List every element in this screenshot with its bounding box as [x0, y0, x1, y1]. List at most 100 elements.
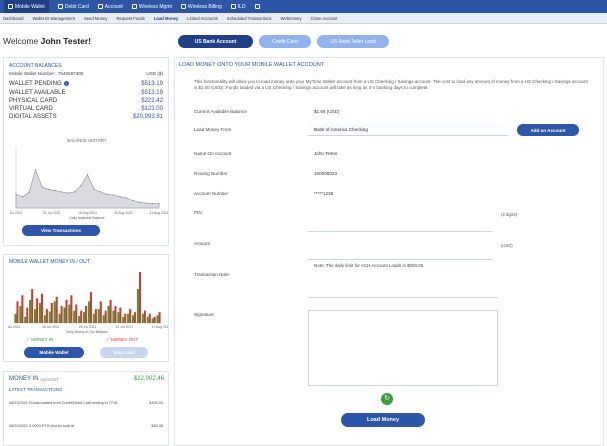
balance-point: [151, 203, 154, 205]
topnav-wireless-billing[interactable]: Wireless Billing: [180, 4, 222, 10]
money-in-bar: [87, 301, 90, 323]
topnav-ild[interactable]: ILD: [230, 4, 246, 10]
wallet-number-row: Mobile Wallet Number : 7546597305 USD ($…: [9, 71, 163, 76]
account-balances-title: ACCOUNT BALANCES: [9, 63, 62, 69]
money-in-amount: $12,002.46: [133, 376, 164, 382]
balance-point: [34, 168, 37, 171]
name-on-account-label: Name On Account: [194, 151, 232, 156]
balance-area-series: [15, 168, 160, 209]
transaction-date: 08/23/2021: [9, 401, 29, 405]
legend-money-in-label: MONEY IN: [31, 337, 54, 342]
account-number-value: *****1238: [314, 191, 334, 196]
topnav-account[interactable]: Account: [97, 4, 123, 10]
legend-money-out-label: MONEY OUT: [111, 337, 139, 342]
balance-point: [125, 197, 128, 199]
transaction-desc: Funds loaded from Credit/Debit Card endi…: [29, 401, 118, 405]
load-from-select[interactable]: Bank of America Checking ⌄: [308, 124, 508, 136]
balance-point: [73, 191, 76, 193]
money-in-bar: [14, 313, 17, 323]
account-balances-card: ACCOUNT BALANCES Mobile Wallet Number : …: [3, 57, 169, 246]
balance-point: [93, 188, 95, 190]
x-tick-label: 18 Jul 2021: [42, 325, 60, 329]
chart-title: BALANCE HISTORY: [67, 138, 106, 143]
legend-money-in: ✓ MONEY IN: [26, 337, 54, 342]
wallet-available-value: $513.19: [141, 90, 163, 96]
money-out-bar: [55, 296, 58, 323]
signature-pad[interactable]: [308, 310, 498, 386]
money-in-bar: [131, 315, 135, 323]
money-in-bar: [117, 312, 120, 323]
subnav-scheduled-transactions[interactable]: Scheduled Transactions: [227, 16, 272, 21]
money-in-title: MONEY IN: [9, 376, 39, 382]
tab-us-bank-teller-load[interactable]: US Bank Teller Load: [317, 35, 389, 48]
topnav-label: Mobile Wallet: [15, 3, 45, 10]
wallet-pending-label: WALLET PENDING: [9, 81, 62, 87]
mobile-wallet-button[interactable]: Mobile Wallet: [24, 347, 84, 358]
legend-money-out: ✓ MONEY OUT: [106, 337, 139, 342]
add-account-button[interactable]: Add an Account: [517, 124, 579, 136]
wallet-pending-value: $513.19: [141, 81, 163, 87]
name-on-account-value: John Tester: [314, 151, 338, 156]
visa-card-button[interactable]: Visa Card: [100, 347, 148, 358]
account-number-label: Account Number: [194, 191, 229, 196]
subnav-dashboard[interactable]: Dashboard: [3, 16, 24, 21]
topnav-mobile-wallet[interactable]: Mobile Wallet: [4, 0, 49, 13]
pin-input[interactable]: [308, 222, 493, 232]
sub-navigation: Dashboard Wallet ID Management Send Mone…: [0, 13, 607, 24]
money-in-bar: [151, 318, 154, 323]
subnav-linked-accounts[interactable]: Linked Accounts: [187, 16, 218, 21]
topnav-wireless-mgmt[interactable]: Wireless Mgmt: [131, 4, 172, 10]
subnav-load-money[interactable]: Load Money: [154, 16, 178, 21]
balance-point: [21, 196, 24, 198]
amount-hint: (USD): [501, 243, 513, 248]
pin-hint: (4 digits): [501, 212, 518, 217]
subnav-webmoney[interactable]: Webmoney: [281, 16, 302, 21]
amount-input[interactable]: [308, 250, 493, 260]
money-out-bar: [50, 302, 53, 323]
money-in-bar: [102, 315, 105, 323]
subnav-close-account[interactable]: Close Account: [311, 16, 338, 21]
transaction-amount: $100.00: [149, 401, 163, 405]
balance-point: [28, 191, 30, 194]
welcome-heading: Welcome John Tester!: [3, 36, 91, 46]
money-in-bar: [29, 299, 32, 323]
info-icon[interactable]: i: [63, 81, 69, 86]
refresh-icon[interactable]: ↻: [381, 393, 393, 405]
topnav-document[interactable]: [254, 4, 262, 9]
transaction-row[interactable]: 08/23/2021 Funds loaded from Credit/Debi…: [9, 401, 163, 405]
money-out-bar: [16, 301, 19, 323]
money-in-card: MONEY IN AUGUST $12,002.46 LATEST TRANSA…: [3, 371, 169, 446]
money-out-bar: [31, 289, 34, 323]
x-tick-label: 17 Aug 2021: [151, 325, 168, 329]
money-out-bar: [80, 310, 83, 323]
tab-us-bank-account[interactable]: US Bank Account: [178, 35, 253, 48]
balance-point: [86, 173, 89, 176]
x-axis-label: Daily Available Balance: [69, 216, 104, 220]
load-money-button[interactable]: Load Money: [341, 413, 425, 427]
money-out-bar: [70, 295, 73, 323]
x-axis-label: Daily Money In-Out Balance: [66, 330, 108, 334]
transaction-note-label: Transaction Note: [194, 272, 229, 277]
topnav-debit-card[interactable]: Debit Card: [57, 4, 89, 10]
current-balance-label: Current Available Balance: [194, 109, 247, 114]
load-money-title: LOAD MONEY ONTO YOUR MOBILE WALLET ACCOU…: [179, 62, 325, 68]
transaction-row[interactable]: 08/20/2021 0.0003 ETH (icons) sold at $4…: [9, 424, 163, 428]
wallet-available-row: WALLET AVAILABLE $513.19: [9, 90, 163, 96]
subnav-send-money[interactable]: Send Money: [84, 16, 108, 21]
money-in-out-chart: Jul 2021 18 Jul 2021 28 Jul 2021 22 Jul 202…: [8, 272, 168, 334]
transaction-note-input[interactable]: [308, 274, 498, 298]
money-out-bar: [104, 310, 107, 323]
balance-point: [60, 191, 63, 193]
money-in-bar: [33, 309, 37, 323]
tab-credit-card[interactable]: Credit Card: [259, 35, 311, 48]
balance-point: [106, 193, 108, 195]
money-out-bar: [129, 309, 132, 323]
subnav-wallet-id-management[interactable]: Wallet ID Management: [33, 16, 75, 21]
money-out-bar: [75, 304, 78, 323]
money-in-bar: [107, 306, 110, 323]
money-out-bar: [21, 295, 24, 323]
view-transactions-button[interactable]: View Transactions: [22, 225, 100, 236]
card-icon: [57, 4, 63, 9]
subnav-request-funds[interactable]: Request Funds: [116, 16, 144, 21]
balance-point: [138, 201, 141, 204]
